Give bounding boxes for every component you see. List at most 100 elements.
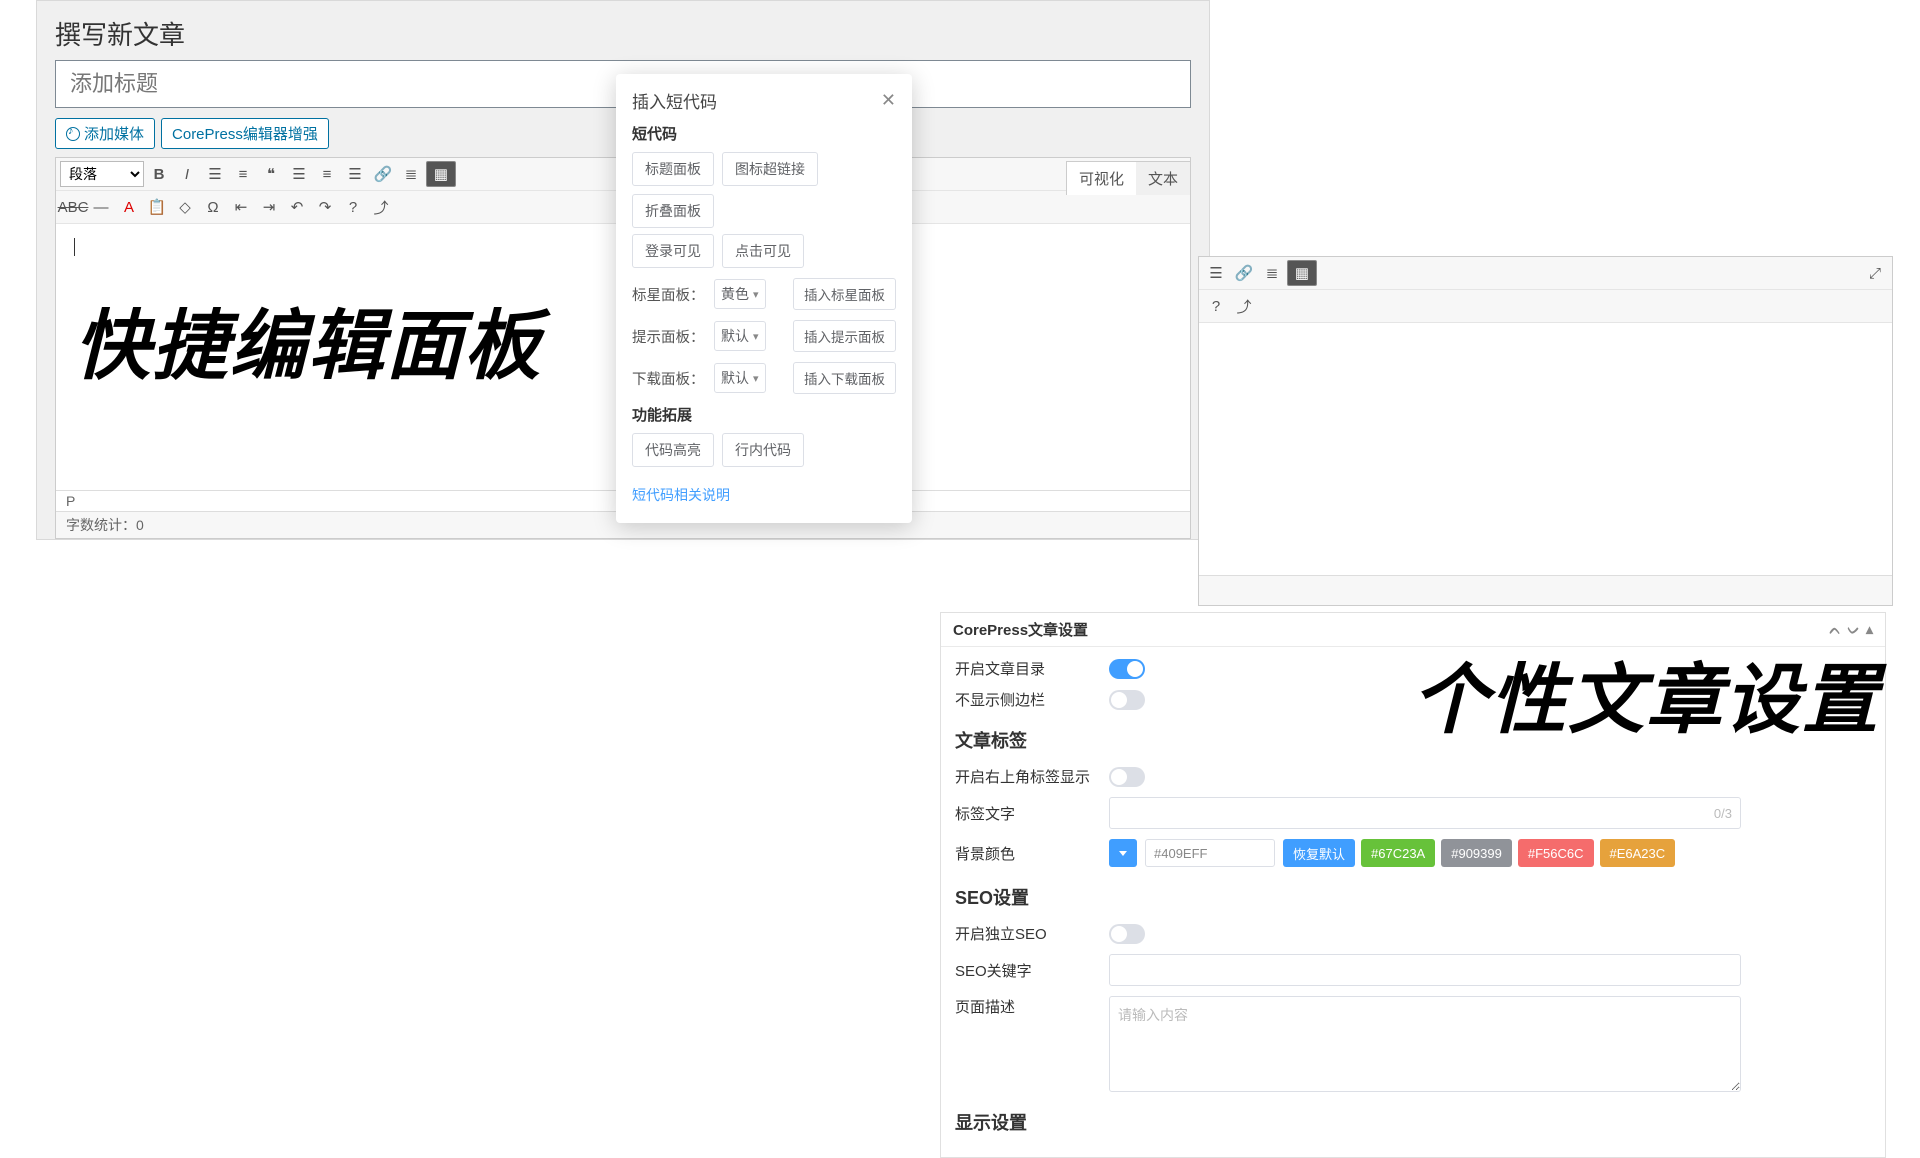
paste-button[interactable]: 📋 xyxy=(144,194,170,220)
pill-click-visible[interactable]: 点击可见 xyxy=(722,234,804,268)
tab-visual[interactable]: 可视化 xyxy=(1067,162,1136,195)
tag-text-row: 标签文字 0/3 xyxy=(955,792,1871,834)
sidebar-toggle-label: 不显示侧边栏 xyxy=(955,689,1109,710)
tag-text-input[interactable] xyxy=(1118,805,1714,821)
tip-panel-row: 提示面板： 默认▾ 插入提示面板 xyxy=(632,320,896,352)
add-media-button[interactable]: 添加媒体 xyxy=(55,118,155,149)
media-icon xyxy=(66,127,80,141)
color-chip[interactable]: #F56C6C xyxy=(1518,839,1594,867)
ext-row: 代码高亮 行内代码 xyxy=(632,433,896,467)
strikethrough-button[interactable]: ABC xyxy=(60,194,86,220)
hr-button[interactable]: — xyxy=(88,194,114,220)
tab-text[interactable]: 文本 xyxy=(1136,162,1190,195)
color-hex-input[interactable] xyxy=(1145,839,1275,867)
collapse-icon[interactable]: ▴ xyxy=(1866,621,1873,638)
seo-heading: SEO设置 xyxy=(955,884,1871,910)
pill-login-visible[interactable]: 登录可见 xyxy=(632,234,714,268)
sidebar-toggle[interactable] xyxy=(1109,690,1145,710)
display-heading: 显示设置 xyxy=(955,1109,1871,1135)
redo-button[interactable]: ↷ xyxy=(312,194,338,220)
shortcode-help-link[interactable]: 短代码相关说明 xyxy=(632,485,730,505)
corepress-enhance-button[interactable]: CorePress编辑器增强 xyxy=(161,118,329,149)
bullet-list-button[interactable]: ☰ xyxy=(202,161,228,187)
number-list-button[interactable]: ≡ xyxy=(230,161,256,187)
tag-text-label: 标签文字 xyxy=(955,803,1109,824)
editor-mode-tabs: 可视化 文本 xyxy=(1066,161,1191,195)
link-button-2[interactable]: 🔗 xyxy=(1231,260,1257,286)
toc-toggle[interactable] xyxy=(1109,659,1145,679)
text-cursor xyxy=(74,238,75,256)
outdent-button[interactable]: ⇤ xyxy=(228,194,254,220)
insert-download-button[interactable]: 插入下载面板 xyxy=(793,362,896,394)
clear-format-button[interactable]: ◇ xyxy=(172,194,198,220)
help-button[interactable]: ? xyxy=(340,194,366,220)
secondary-editor-panel: ☰ 🔗 ≣ ▦ ⤢ ? ⤴ xyxy=(1198,256,1893,606)
chevron-down-icon[interactable]: ᨆ xyxy=(1847,621,1860,638)
upload-button[interactable]: ⤴ xyxy=(368,194,394,220)
corner-tag-toggle-row: 开启右上角标签显示 xyxy=(955,761,1871,792)
chevron-up-icon[interactable]: ᨈ xyxy=(1829,621,1841,638)
special-char-button[interactable]: Ω xyxy=(200,194,226,220)
align-center-button[interactable]: ≡ xyxy=(314,161,340,187)
seo-desc-textarea[interactable] xyxy=(1109,996,1741,1092)
corner-tag-toggle[interactable] xyxy=(1109,767,1145,787)
italic-button[interactable]: I xyxy=(174,161,200,187)
toolbar-toggle-button-2[interactable]: ▦ xyxy=(1287,260,1317,286)
more-button[interactable]: ≣ xyxy=(398,161,424,187)
insert-star-button[interactable]: 插入标星面板 xyxy=(793,278,896,310)
undo-button[interactable]: ↶ xyxy=(284,194,310,220)
align-right-button[interactable]: ☰ xyxy=(342,161,368,187)
bold-button[interactable]: B xyxy=(146,161,172,187)
color-chip[interactable]: 恢复默认 xyxy=(1283,839,1355,867)
color-chips: 恢复默认#67C23A#909399#F56C6C#E6A23C xyxy=(1283,839,1675,867)
more-button-2[interactable]: ≣ xyxy=(1259,260,1285,286)
bg-color-label: 背景颜色 xyxy=(955,843,1109,864)
pill-collapse-panel[interactable]: 折叠面板 xyxy=(632,194,714,228)
seo-keyword-row: SEO关键字 xyxy=(955,949,1871,991)
pill-icon-link[interactable]: 图标超链接 xyxy=(722,152,818,186)
overlay-headline-2: 个性文章设置 xyxy=(1412,638,1880,748)
link-button[interactable]: 🔗 xyxy=(370,161,396,187)
seo-desc-row: 页面描述 xyxy=(955,991,1871,1097)
seo-desc-label: 页面描述 xyxy=(955,996,1109,1017)
ext-heading: 功能拓展 xyxy=(632,404,896,425)
word-count-label: 字数统计： xyxy=(66,517,136,533)
seo-keyword-input[interactable] xyxy=(1109,954,1741,986)
indent-button[interactable]: ⇥ xyxy=(256,194,282,220)
upload-button-2[interactable]: ⤴ xyxy=(1231,293,1257,319)
seo-toggle[interactable] xyxy=(1109,924,1145,944)
download-panel-select[interactable]: 默认▾ xyxy=(714,363,766,393)
align-left-button[interactable]: ☰ xyxy=(286,161,312,187)
pill-title-panel[interactable]: 标题面板 xyxy=(632,152,714,186)
format-select[interactable]: 段落 xyxy=(60,161,144,187)
toolbar-toggle-button[interactable]: ▦ xyxy=(426,161,456,187)
tip-panel-label: 提示面板： xyxy=(632,326,706,347)
shortcode-row-1: 标题面板 图标超链接 折叠面板 xyxy=(632,152,896,228)
secondary-editor-body[interactable] xyxy=(1199,323,1892,575)
help-button-2[interactable]: ? xyxy=(1203,293,1229,319)
align-button-2[interactable]: ☰ xyxy=(1203,260,1229,286)
add-media-label: 添加媒体 xyxy=(84,123,144,144)
star-panel-label: 标星面板： xyxy=(632,284,706,305)
quote-button[interactable]: ❝ xyxy=(258,161,284,187)
color-chip[interactable]: #67C23A xyxy=(1361,839,1435,867)
pill-code-highlight[interactable]: 代码高亮 xyxy=(632,433,714,467)
textcolor-button[interactable]: A xyxy=(116,194,142,220)
word-count-value: 0 xyxy=(136,517,144,533)
color-chip[interactable]: #E6A23C xyxy=(1600,839,1676,867)
fullscreen-button-2[interactable]: ⤢ xyxy=(1862,260,1888,286)
close-icon[interactable]: ✕ xyxy=(881,90,896,111)
pill-inline-code[interactable]: 行内代码 xyxy=(722,433,804,467)
chevron-down-icon: ▾ xyxy=(753,330,759,343)
shortcode-heading: 短代码 xyxy=(632,123,896,144)
color-swatch-picker[interactable] xyxy=(1109,839,1137,867)
bg-color-row: 背景颜色 恢复默认#67C23A#909399#F56C6C#E6A23C xyxy=(955,834,1871,872)
secondary-editor-footer xyxy=(1199,575,1892,605)
insert-tip-button[interactable]: 插入提示面板 xyxy=(793,320,896,352)
color-chip[interactable]: #909399 xyxy=(1441,839,1512,867)
seo-toggle-label: 开启独立SEO xyxy=(955,923,1109,944)
star-panel-select[interactable]: 黄色▾ xyxy=(714,279,766,309)
tip-panel-select[interactable]: 默认▾ xyxy=(714,321,766,351)
shortcode-row-2: 登录可见 点击可见 xyxy=(632,234,896,268)
download-panel-label: 下载面板： xyxy=(632,368,706,389)
